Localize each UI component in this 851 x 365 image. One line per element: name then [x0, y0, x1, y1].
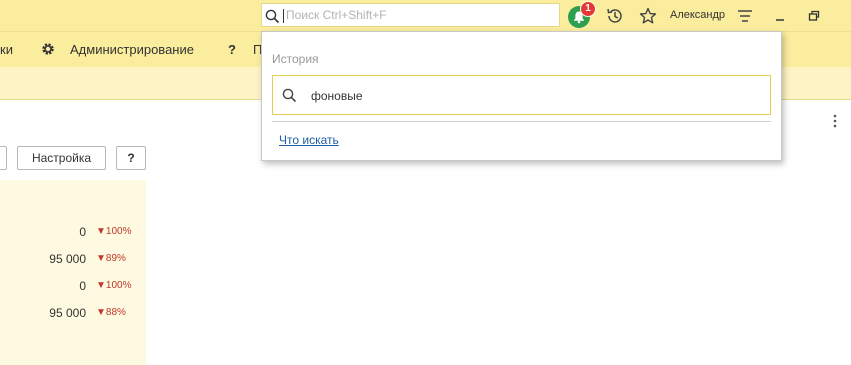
change-indicator: ▼100%	[96, 280, 132, 291]
change-indicator: ▼89%	[96, 253, 126, 264]
search-icon	[282, 88, 297, 106]
current-user-name[interactable]: Александр	[670, 9, 725, 21]
data-row: 0 ▼100%	[0, 225, 146, 241]
menu-item-partial[interactable]: ки	[0, 42, 13, 57]
notification-count-badge: 1	[580, 1, 596, 17]
data-column: 0 ▼100% 95 000 ▼89% 0 ▼100% 95 000 ▼88%	[0, 180, 146, 365]
search-icon[interactable]	[265, 9, 280, 27]
partial-button[interactable]	[0, 146, 7, 170]
main-menu-icon[interactable]	[735, 6, 755, 26]
global-search[interactable]	[261, 3, 560, 27]
settings-button[interactable]: Настройка	[17, 146, 106, 170]
history-icon[interactable]	[605, 6, 625, 26]
favorites-star-icon[interactable]	[638, 6, 658, 26]
data-row: 95 000 ▼88%	[0, 306, 146, 322]
minimize-icon[interactable]	[770, 6, 790, 26]
history-item[interactable]: фоновые	[272, 75, 771, 115]
more-vertical-icon[interactable]	[831, 113, 839, 129]
history-header: История	[272, 52, 319, 66]
change-indicator: ▼100%	[96, 226, 132, 237]
search-help-link[interactable]: Что искать	[279, 133, 339, 147]
text-caret	[283, 9, 284, 23]
menu-item-help[interactable]: ?	[228, 42, 236, 57]
value-cell: 0	[79, 279, 86, 293]
data-row: 95 000 ▼89%	[0, 252, 146, 268]
history-item-label: фоновые	[311, 89, 363, 103]
search-history-dropdown: История фоновые Что искать	[261, 31, 782, 161]
value-cell: 0	[79, 225, 86, 239]
divider	[272, 121, 771, 122]
help-button[interactable]: ?	[116, 146, 146, 170]
gear-icon	[40, 41, 56, 60]
change-indicator: ▼88%	[96, 307, 126, 318]
search-input[interactable]	[286, 6, 546, 24]
menu-item-administration[interactable]: Администрирование	[70, 42, 194, 57]
value-cell: 95 000	[49, 306, 86, 320]
restore-window-icon[interactable]	[804, 6, 824, 26]
data-row: 0 ▼100%	[0, 279, 146, 295]
value-cell: 95 000	[49, 252, 86, 266]
